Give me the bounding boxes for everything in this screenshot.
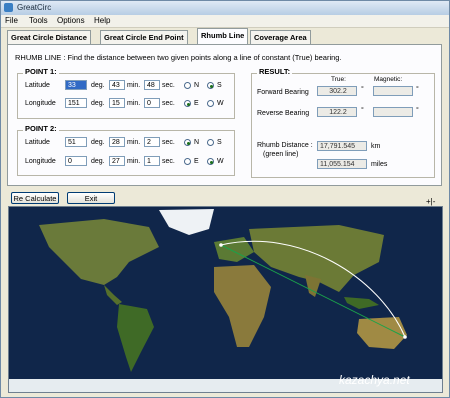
point1-east-radio[interactable]	[184, 100, 191, 107]
magnetic-header: Magnetic:	[374, 76, 403, 83]
menu-options[interactable]: Options	[57, 16, 85, 25]
sec-label: sec.	[162, 158, 175, 165]
point2-group	[17, 130, 235, 176]
point1-group	[17, 73, 235, 119]
sec-label: sec.	[162, 82, 175, 89]
forward-bearing-true-field: 302.2	[317, 86, 357, 96]
forward-bearing-label: Forward Bearing	[257, 89, 309, 96]
min-label: min.	[127, 82, 141, 89]
degree-symbol: °	[361, 86, 364, 93]
miles-unit: miles	[371, 161, 388, 168]
point2-lon-sec-field[interactable]: 1	[144, 156, 160, 166]
s-label: S	[217, 139, 222, 146]
point2-lon-min-field[interactable]: 27	[109, 156, 125, 166]
point1-lat-min-field[interactable]: 43	[109, 80, 125, 90]
window-title: GreatCirc	[17, 3, 52, 12]
menu-bar: File Tools Options Help	[1, 15, 449, 28]
min-label: min.	[127, 100, 141, 107]
menu-tools[interactable]: Tools	[29, 16, 48, 25]
point2-south-radio[interactable]	[207, 139, 214, 146]
point1-lon-sec-field[interactable]: 0	[144, 98, 160, 108]
recalculate-button[interactable]: Re Calculate	[11, 192, 59, 204]
menu-file[interactable]: File	[5, 16, 18, 25]
point2-lon-deg-field[interactable]: 0	[65, 156, 87, 166]
point1-longitude-label: Longitude	[25, 100, 56, 107]
e-label: E	[194, 100, 199, 107]
rhumb-distance-label: Rhumb Distance :	[257, 142, 313, 149]
point1-lat-sec-field[interactable]: 48	[144, 80, 160, 90]
tab-coverage-area[interactable]: Coverage Area	[250, 30, 311, 44]
point2-longitude-label: Longitude	[25, 158, 56, 165]
e-label: E	[194, 158, 199, 165]
tab-great-circle-distance[interactable]: Great Circle Distance	[7, 30, 91, 44]
point1-north-radio[interactable]	[184, 82, 191, 89]
zoom-controls[interactable]: +|-	[426, 197, 435, 206]
panel-heading: RHUMB LINE : Find the distance between t…	[15, 53, 342, 62]
reverse-bearing-true-field: 122.2	[317, 107, 357, 117]
reverse-bearing-label: Reverse Bearing	[257, 110, 310, 117]
tab-great-circle-end-point[interactable]: Great Circle End Point	[100, 30, 188, 44]
distance-km-field: 17,791.545	[317, 141, 367, 151]
exit-button[interactable]: Exit	[67, 192, 115, 204]
sec-label: sec.	[162, 139, 175, 146]
result-title: RESULT:	[257, 67, 293, 76]
s-label: S	[217, 82, 222, 89]
point2-lat-sec-field[interactable]: 2	[144, 137, 160, 147]
distance-miles-field: 11,055.154	[317, 159, 367, 169]
n-label: N	[194, 139, 200, 146]
deg-label: deg.	[91, 139, 105, 146]
menu-help[interactable]: Help	[94, 16, 110, 25]
point2-latitude-label: Latitude	[25, 139, 50, 146]
min-label: min.	[127, 158, 141, 165]
w-label: W	[217, 100, 224, 107]
w-label: W	[217, 158, 224, 165]
point1-lon-min-field[interactable]: 15	[109, 98, 125, 108]
true-header: True:	[331, 76, 346, 83]
point1-west-radio[interactable]	[207, 100, 214, 107]
degree-symbol: °	[416, 107, 419, 114]
point1-title: POINT 1:	[23, 67, 59, 76]
point2-lat-min-field[interactable]: 28	[109, 137, 125, 147]
title-bar: GreatCirc	[1, 1, 449, 16]
rhumb-distance-sublabel: (green line)	[263, 151, 299, 158]
point2-lat-deg-field[interactable]: 51	[65, 137, 87, 147]
point2-west-radio[interactable]	[207, 158, 214, 165]
degree-symbol: °	[361, 107, 364, 114]
point2-title: POINT 2:	[23, 124, 59, 133]
forward-bearing-magnetic-field	[373, 86, 413, 96]
n-label: N	[194, 82, 200, 89]
point2-north-radio[interactable]	[184, 139, 191, 146]
sec-label: sec.	[162, 100, 175, 107]
app-window: GreatCirc File Tools Options Help Great …	[0, 0, 450, 398]
deg-label: deg.	[91, 82, 105, 89]
reverse-bearing-magnetic-field	[373, 107, 413, 117]
app-globe-icon	[4, 3, 13, 12]
point1-south-radio[interactable]	[207, 82, 214, 89]
tab-rhumb-line[interactable]: Rhumb Line	[197, 28, 249, 44]
degree-symbol: °	[416, 86, 419, 93]
km-unit: km	[371, 143, 381, 150]
world-map-graphic	[9, 207, 442, 392]
deg-label: deg.	[91, 158, 105, 165]
point1-lat-deg-field[interactable]: 33	[65, 80, 87, 90]
point1-lon-deg-field[interactable]: 151	[65, 98, 87, 108]
min-label: min.	[127, 139, 141, 146]
deg-label: deg.	[91, 100, 105, 107]
point1-latitude-label: Latitude	[25, 82, 50, 89]
world-map[interactable]: kazachya.net	[8, 206, 443, 393]
watermark-text: kazachya.net	[339, 373, 410, 387]
point2-east-radio[interactable]	[184, 158, 191, 165]
